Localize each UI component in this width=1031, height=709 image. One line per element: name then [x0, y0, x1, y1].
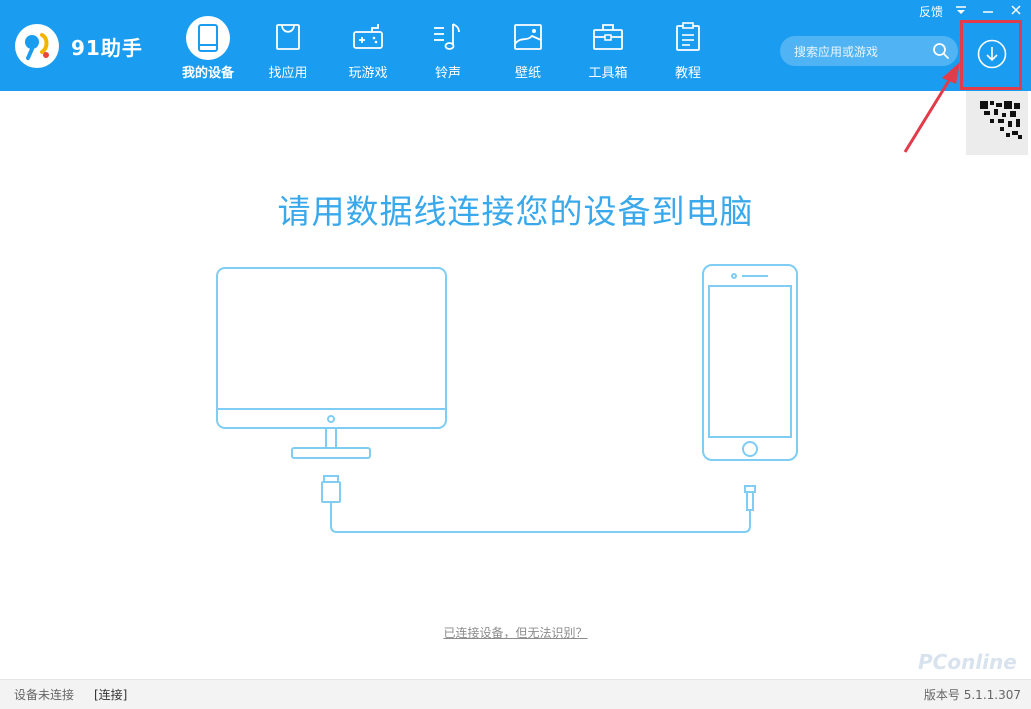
- download-highlight-box: [960, 20, 1022, 90]
- help-link-container: 已连接设备，但无法识别？: [0, 624, 1031, 641]
- app-logo: 91助手: [15, 24, 145, 68]
- status-bar: 设备未连接 [连接] 版本号 5.1.1.307: [0, 679, 1031, 709]
- nav-item-label: 找应用: [268, 66, 308, 81]
- nav-item-label: 教程: [674, 66, 701, 81]
- tablet-icon: [198, 24, 218, 52]
- minimize-icon[interactable]: [980, 2, 996, 18]
- nav-item-toolbox[interactable]: 工具箱: [568, 14, 648, 84]
- shopping-bag-icon: [276, 24, 300, 50]
- nav-item-label: 玩游戏: [348, 66, 388, 81]
- close-icon[interactable]: [1008, 2, 1024, 18]
- nav-item-games[interactable]: 玩游戏: [328, 14, 408, 84]
- watermark: PConline: [918, 650, 1017, 674]
- connection-illustration: [216, 264, 798, 533]
- connect-instruction-title: 请用数据线连接您的设备到电脑: [277, 192, 754, 231]
- qr-code-icon: [980, 101, 1022, 139]
- menu-dropdown-icon[interactable]: [953, 2, 969, 18]
- nav-item-label: 铃声: [434, 66, 461, 81]
- device-not-recognized-link[interactable]: 已连接设备，但无法识别？: [443, 626, 587, 640]
- clipboard-icon: [676, 22, 700, 51]
- search-icon[interactable]: [932, 42, 950, 60]
- qr-code[interactable]: [966, 91, 1028, 155]
- nav-item-label: 我的设备: [181, 66, 234, 81]
- download-icon[interactable]: [977, 39, 1007, 69]
- search-box: [780, 36, 958, 66]
- nav-item-tutorials[interactable]: 教程: [648, 14, 728, 84]
- feedback-link[interactable]: 反馈: [919, 3, 943, 21]
- toolbox-icon: [593, 24, 623, 50]
- device-status-text: 设备未连接: [14, 688, 75, 702]
- gamepad-icon: [353, 24, 383, 49]
- nav-item-my-device[interactable]: 我的设备: [168, 14, 248, 84]
- nav-item-label: 壁纸: [514, 66, 541, 81]
- version-label: 版本号 5.1.1.307: [923, 688, 1021, 702]
- app-name: 91助手: [71, 36, 143, 60]
- nav-item-ringtones[interactable]: 铃声: [408, 14, 488, 84]
- logo-mark-icon: [15, 24, 59, 68]
- search-input[interactable]: [792, 41, 931, 63]
- nav-item-label: 工具箱: [588, 66, 628, 81]
- nav-item-wallpapers[interactable]: 壁纸: [488, 14, 568, 84]
- music-note-icon: [434, 23, 460, 50]
- picture-icon: [514, 24, 542, 50]
- connect-link[interactable]: [连接]: [94, 686, 127, 703]
- nav-item-find-apps[interactable]: 找应用: [248, 14, 328, 84]
- annotation-arrow: [903, 62, 960, 153]
- top-bar: 91助手 我的设备 找应用 玩游戏 铃声 壁纸 工具箱 教程 搜索应用或游戏 反…: [0, 0, 1031, 91]
